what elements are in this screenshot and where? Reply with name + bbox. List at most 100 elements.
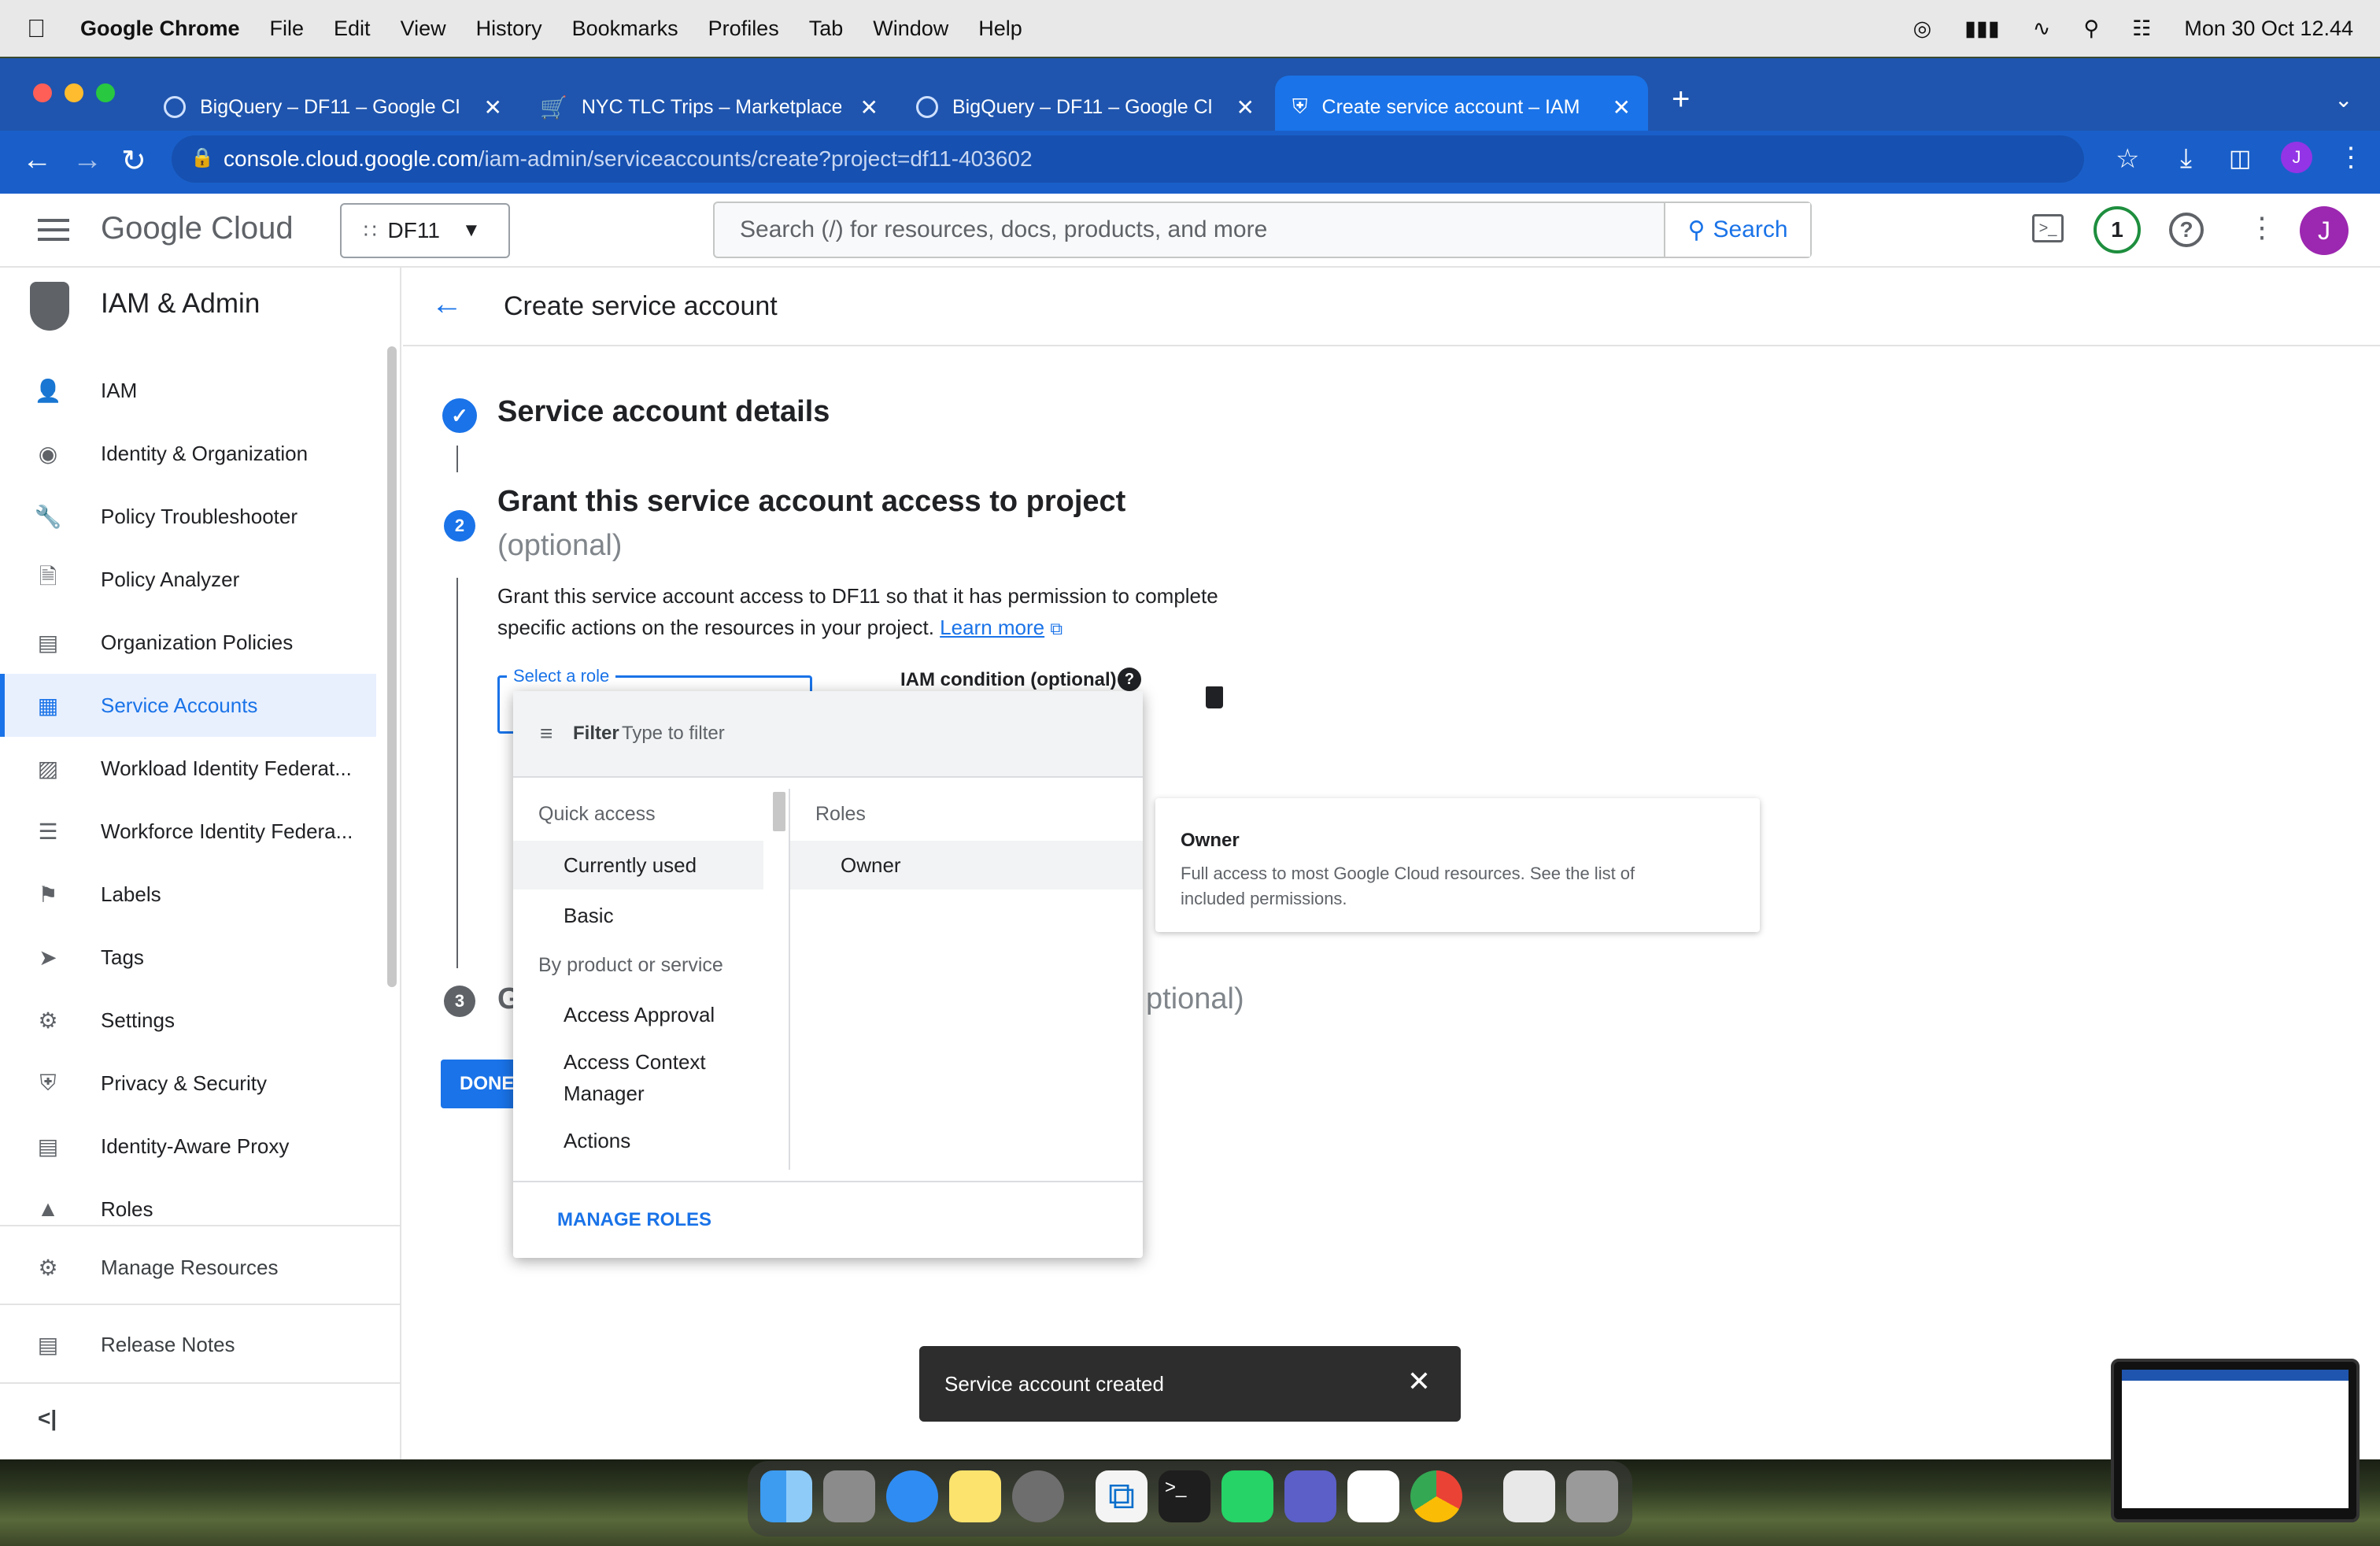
system-settings-icon[interactable] xyxy=(1012,1470,1064,1522)
sidebar-item-roles[interactable]: ▲ Roles xyxy=(0,1178,376,1241)
category-basic[interactable]: Basic xyxy=(564,904,614,928)
back-arrow-icon[interactable]: ← xyxy=(22,143,52,177)
spotlight-icon[interactable]: ⚲ xyxy=(2083,17,2099,41)
console-search[interactable]: Search (/) for resources, docs, products… xyxy=(713,202,1812,258)
sidebar-item-policy-troubleshooter[interactable]: 🔧 Policy Troubleshooter xyxy=(0,485,376,548)
help-icon[interactable]: ? xyxy=(2169,213,2204,247)
tab-close-icon[interactable]: ✕ xyxy=(1236,94,1255,120)
slack-icon[interactable] xyxy=(1347,1470,1399,1522)
screenshot-thumbnail[interactable] xyxy=(2111,1359,2360,1522)
terminal-icon[interactable]: >_ xyxy=(1159,1470,1210,1522)
filter-input[interactable]: Type to filter xyxy=(622,723,725,745)
sidebar-item-service-accounts[interactable]: ▦ Service Accounts xyxy=(0,674,376,737)
menubar-app-name[interactable]: Google Chrome xyxy=(80,17,240,41)
menu-history[interactable]: History xyxy=(476,17,542,41)
sidebar-item-tags[interactable]: ➤ Tags xyxy=(0,926,376,989)
menu-bookmarks[interactable]: Bookmarks xyxy=(572,17,678,41)
new-tab-icon[interactable]: + xyxy=(1672,82,1690,117)
learn-more-link[interactable]: Learn more xyxy=(940,616,1044,639)
sidebar-item-privacy-security[interactable]: ⛨ Privacy & Security xyxy=(0,1052,376,1115)
search-button[interactable]: ⚲ Search xyxy=(1664,203,1810,257)
collapse-sidebar-icon[interactable]: <| xyxy=(38,1406,57,1431)
documents-stack-icon[interactable] xyxy=(1503,1470,1555,1522)
search-input[interactable]: Search (/) for resources, docs, products… xyxy=(715,216,1664,243)
sidebar-item-labels[interactable]: ⚑ Labels xyxy=(0,863,376,926)
whatsapp-icon[interactable] xyxy=(1221,1470,1273,1522)
sidebar-item-workforce-identity-federa[interactable]: ☰ Workforce Identity Federa... xyxy=(0,800,376,863)
category-access-context-manager-line2[interactable]: Manager xyxy=(564,1082,645,1106)
sidebar-item-manage-resources[interactable]: ⚙ Manage Resources xyxy=(0,1236,376,1299)
account-avatar[interactable]: J xyxy=(2300,206,2349,255)
help-circle-icon[interactable]: ? xyxy=(1118,668,1141,691)
notifications-badge[interactable]: 1 xyxy=(2094,206,2141,253)
status-globe-icon[interactable]: ◎ xyxy=(1913,17,1932,41)
step1-title[interactable]: Service account details xyxy=(497,395,830,429)
tab-search-chevron-icon[interactable]: ⌄ xyxy=(2334,87,2352,113)
side-panel-icon[interactable]: ◫ xyxy=(2229,145,2251,172)
iam-condition-label[interactable]: IAM condition (optional) xyxy=(900,669,1117,691)
sidebar-item-workload-identity-federat[interactable]: ▨ Workload Identity Federat... xyxy=(0,737,376,800)
reload-icon[interactable]: ↻ xyxy=(121,143,146,179)
tab-close-icon[interactable]: ✕ xyxy=(484,94,502,120)
browser-tab-active[interactable]: ⛨ Create service account – IAM ✕ xyxy=(1275,76,1648,139)
menu-edit[interactable]: Edit xyxy=(334,17,371,41)
project-picker[interactable]: ∷ DF11 ▼ xyxy=(340,203,510,258)
sidebar-item-settings[interactable]: ⚙ Settings xyxy=(0,989,376,1052)
window-minimize-button[interactable] xyxy=(65,83,83,102)
browser-tab[interactable]: BigQuery – DF11 – Google Clo ✕ xyxy=(146,76,519,139)
browser-tab[interactable]: BigQuery – DF11 – Google Clo ✕ xyxy=(899,76,1272,139)
browser-tab[interactable]: 🛒 NYC TLC Trips – Marketplace ✕ xyxy=(523,76,896,139)
back-arrow-icon[interactable]: ← xyxy=(431,287,463,322)
url-bar[interactable]: 🔒 console.cloud.google.com/iam-admin/ser… xyxy=(172,135,2084,183)
battery-icon[interactable]: ▮▮▮ xyxy=(1964,17,2000,41)
cloud-shell-icon[interactable]: >_ xyxy=(2032,214,2064,242)
apple-icon[interactable]:  xyxy=(27,14,46,43)
sidebar-item-identity-aware-proxy[interactable]: ▤ Identity-Aware Proxy xyxy=(0,1115,376,1178)
download-icon[interactable]: ⤓ xyxy=(2180,143,2192,174)
control-center-icon[interactable]: ☷ xyxy=(2132,17,2151,41)
launchpad-icon[interactable] xyxy=(823,1470,875,1522)
sidebar-item-policy-analyzer[interactable]: 🗎 Policy Analyzer xyxy=(0,548,376,611)
safari-icon[interactable] xyxy=(886,1470,938,1522)
profile-avatar[interactable]: J xyxy=(2281,142,2312,173)
menu-view[interactable]: View xyxy=(401,17,446,41)
bookmark-star-icon[interactable]: ☆ xyxy=(2116,143,2139,175)
external-link-icon[interactable]: ⧉ xyxy=(1050,619,1062,638)
chrome-icon[interactable] xyxy=(1410,1470,1462,1522)
delete-trash-icon[interactable] xyxy=(1206,686,1223,708)
menu-tab[interactable]: Tab xyxy=(809,17,844,41)
teams-icon[interactable] xyxy=(1284,1470,1336,1522)
finder-icon[interactable] xyxy=(760,1470,812,1522)
trash-icon[interactable] xyxy=(1566,1470,1618,1522)
sidebar-item-label: Manage Resources xyxy=(101,1255,279,1279)
category-access-context-manager-line1[interactable]: Access Context xyxy=(564,1050,706,1074)
sidebar-item-identity-organization[interactable]: ◉ Identity & Organization xyxy=(0,422,376,485)
tab-close-icon[interactable]: ✕ xyxy=(1613,94,1631,120)
sidebar-item-release-notes[interactable]: ▤ Release Notes xyxy=(0,1313,376,1376)
category-access-approval[interactable]: Access Approval xyxy=(564,1003,715,1027)
sidebar-scrollbar[interactable] xyxy=(387,346,397,987)
menu-window[interactable]: Window xyxy=(873,17,948,41)
chrome-tab-strip: BigQuery – DF11 – Google Clo ✕ 🛒 NYC TLC… xyxy=(0,58,2380,139)
notes-icon[interactable] xyxy=(949,1470,1001,1522)
chrome-menu-icon[interactable]: ⋮ xyxy=(2338,142,2364,173)
more-options-icon[interactable]: ⋮ xyxy=(2248,211,2276,244)
category-scrollbar[interactable] xyxy=(773,792,785,831)
snackbar-close-icon[interactable]: ✕ xyxy=(1407,1365,1431,1398)
sidebar-item-organization-policies[interactable]: ▤ Organization Policies xyxy=(0,611,376,674)
sidebar-item-iam[interactable]: 👤 IAM xyxy=(0,359,376,422)
category-actions[interactable]: Actions xyxy=(564,1129,630,1153)
menu-help[interactable]: Help xyxy=(978,17,1022,41)
window-zoom-button[interactable] xyxy=(96,83,115,102)
manage-roles-button[interactable]: MANAGE ROLES xyxy=(557,1209,711,1231)
tab-close-icon[interactable]: ✕ xyxy=(860,94,878,120)
menu-file[interactable]: File xyxy=(270,17,305,41)
google-cloud-logo[interactable]: Google Cloud xyxy=(101,211,294,246)
vscode-icon[interactable]: ⧉ xyxy=(1096,1470,1148,1522)
menu-profiles[interactable]: Profiles xyxy=(708,17,779,41)
forward-arrow-icon[interactable]: → xyxy=(72,143,102,177)
wifi-icon[interactable]: ∿ xyxy=(2033,17,2051,41)
hamburger-menu-icon[interactable] xyxy=(38,219,69,241)
window-close-button[interactable] xyxy=(33,83,52,102)
menubar-clock[interactable]: Mon 30 Oct 12.44 xyxy=(2184,17,2353,41)
